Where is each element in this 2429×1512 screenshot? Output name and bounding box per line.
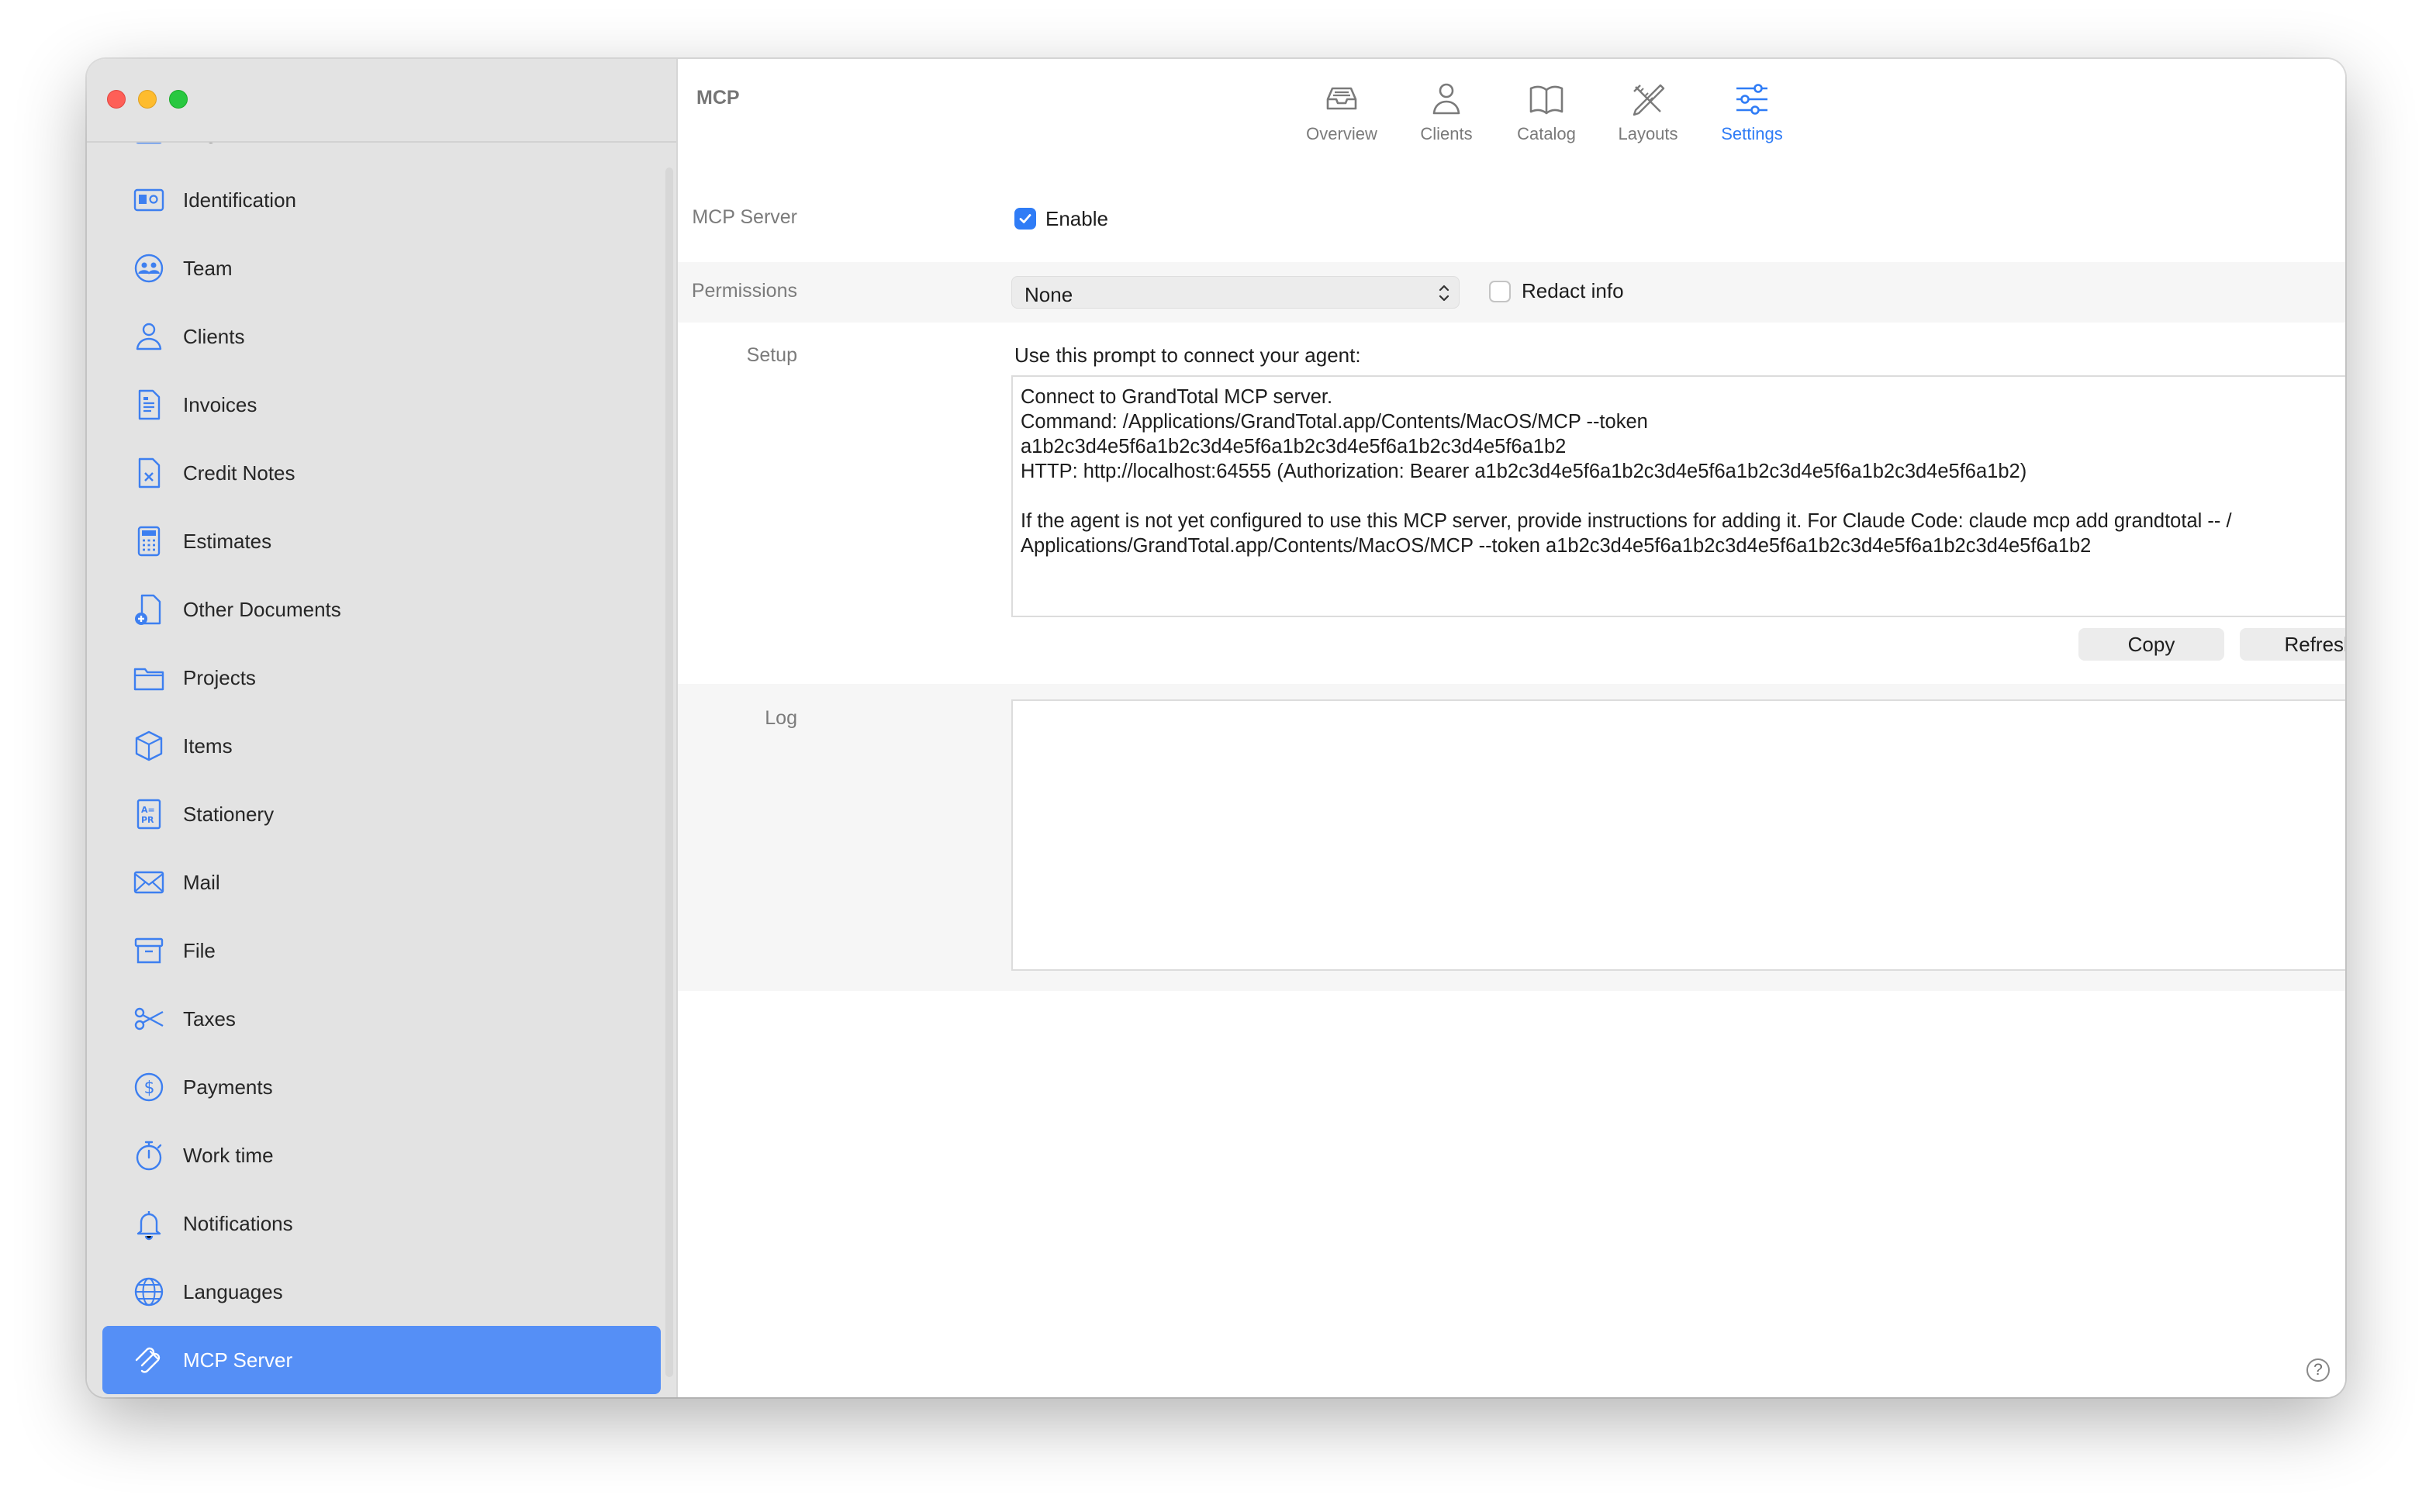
svg-text:PR: PR (141, 815, 154, 825)
tab-label: Layouts (1618, 124, 1678, 143)
sidebar-item-label: Credit Notes (183, 461, 295, 485)
redact-info-label: Redact info (1522, 279, 1624, 302)
log-textarea[interactable] (1011, 699, 2345, 971)
sidebar-item-estimates[interactable]: Estimates (102, 507, 661, 575)
sidebar-item-label: Team (183, 256, 233, 280)
sidebar-item-work-time[interactable]: Work time (102, 1121, 661, 1189)
sidebar-item-label: Items (183, 734, 233, 758)
sidebar-item-label: Taxes (183, 1006, 236, 1030)
sidebar-item-mcp-server[interactable]: MCP Server (102, 1326, 661, 1394)
redact-info-checkbox[interactable] (1489, 281, 1511, 302)
building-icon (130, 143, 168, 150)
permissions-band (678, 262, 2345, 323)
setup-instruction: Use this prompt to connect your agent: (1014, 343, 1361, 367)
checkmark-icon (1019, 214, 1031, 223)
id-card-icon (130, 181, 168, 219)
sidebar-item-label: Mail (183, 870, 220, 894)
bell-icon (130, 1205, 168, 1242)
tab-label: Clients (1420, 124, 1473, 143)
zoom-window-button[interactable] (169, 90, 188, 109)
box-icon (130, 727, 168, 765)
sidebar-item-invoices[interactable]: Invoices (102, 371, 661, 439)
enable-label: Enable (1045, 207, 1108, 230)
credit-note-icon (130, 454, 168, 492)
sidebar-item-label: Work time (183, 1143, 274, 1167)
svg-text:A=: A= (141, 805, 155, 815)
refresh-button[interactable]: Refresh (2240, 628, 2345, 661)
sidebar-item-label: Payments (183, 1075, 273, 1099)
sidebar-item-label: Organization (183, 143, 297, 144)
main-panel: MCP Overview Clients Catalog Layouts Setting… (678, 59, 2345, 1397)
sidebar-scroll-area[interactable]: Organization Identification Team Clients Inv… (87, 143, 676, 1397)
tab-label: Settings (1721, 124, 1783, 143)
sidebar-item-languages[interactable]: Languages (102, 1258, 661, 1326)
sidebar-item-label: Notifications (183, 1211, 293, 1235)
person-icon (1432, 83, 1460, 115)
enable-checkbox[interactable] (1014, 208, 1036, 230)
book-icon (1529, 85, 1563, 115)
sidebar-item-stationery[interactable]: A= PR Stationery (102, 780, 661, 848)
tab-layouts[interactable]: Layouts (1590, 73, 1706, 181)
document-plus-icon (130, 591, 168, 628)
sidebar-list: Organization Identification Team Clients Inv… (87, 143, 676, 1394)
sidebar-item-organization[interactable]: Organization (102, 143, 661, 166)
setup-label: Setup (746, 344, 797, 366)
envelope-icon (130, 864, 168, 901)
sidebar-item-label: Clients (183, 324, 245, 348)
permissions-label: Permissions (691, 280, 797, 302)
permissions-select[interactable]: None (1011, 276, 1460, 309)
copy-button[interactable]: Copy (2078, 628, 2224, 661)
svg-text:$: $ (144, 1079, 155, 1098)
mcp-icon (130, 1341, 168, 1379)
app-window: Organization Identification Team Clients Inv… (87, 59, 2345, 1397)
sidebar-item-payments[interactable]: $ Payments (102, 1053, 661, 1121)
sliders-icon (1736, 84, 1767, 115)
sidebar-item-notifications[interactable]: Notifications (102, 1189, 661, 1258)
tab-overview[interactable]: Overview (1284, 73, 1400, 181)
tab-label: Catalog (1517, 124, 1576, 143)
sidebar-item-credit-notes[interactable]: Credit Notes (102, 439, 661, 507)
sidebar-item-other-documents[interactable]: Other Documents (102, 575, 661, 644)
archive-box-icon (130, 932, 168, 969)
folder-icon (130, 659, 168, 696)
pencil-ruler-icon (1633, 84, 1665, 116)
scissors-icon (130, 1000, 168, 1037)
chevron-updown-icon (1439, 285, 1449, 302)
permissions-value: None (1024, 283, 1073, 306)
tab-clients[interactable]: Clients (1388, 73, 1505, 181)
sidebar-item-projects[interactable]: Projects (102, 644, 661, 712)
sidebar-item-label: File (183, 938, 216, 962)
sidebar-item-label: Invoices (183, 392, 257, 416)
globe-icon (130, 1273, 168, 1310)
toolbar: Overview Clients Catalog Layouts Settings (678, 73, 2345, 181)
setup-prompt-textarea[interactable]: Connect to GrandTotal MCP server. Comman… (1011, 375, 2345, 617)
sidebar-item-label: Stationery (183, 802, 275, 826)
sidebar-item-label: MCP Server (183, 1348, 293, 1372)
minimize-window-button[interactable] (138, 90, 157, 109)
help-button[interactable]: ? (2306, 1358, 2330, 1382)
tab-settings[interactable]: Settings (1694, 73, 1810, 181)
sidebar-item-label: Estimates (183, 529, 272, 553)
window-controls (107, 90, 188, 109)
tray-icon (1326, 87, 1357, 110)
sidebar-item-label: Other Documents (183, 597, 341, 621)
calculator-icon (130, 523, 168, 560)
dollar-circle-icon: $ (130, 1068, 168, 1106)
mcp-server-label: MCP Server (692, 206, 797, 228)
invoice-icon (130, 386, 168, 423)
sidebar-item-taxes[interactable]: Taxes (102, 985, 661, 1053)
person-icon (130, 318, 168, 355)
sidebar-item-label: Projects (183, 665, 256, 689)
tab-catalog[interactable]: Catalog (1488, 73, 1605, 181)
sidebar-item-label: Identification (183, 188, 296, 212)
close-window-button[interactable] (107, 90, 126, 109)
tab-label: Overview (1306, 124, 1377, 143)
log-label: Log (765, 707, 797, 729)
sidebar-item-file[interactable]: File (102, 917, 661, 985)
team-icon (130, 250, 168, 287)
sidebar-item-mail[interactable]: Mail (102, 848, 661, 917)
stationery-icon: A= PR (130, 796, 168, 833)
stopwatch-icon (130, 1137, 168, 1174)
sidebar-item-label: Languages (183, 1279, 283, 1303)
